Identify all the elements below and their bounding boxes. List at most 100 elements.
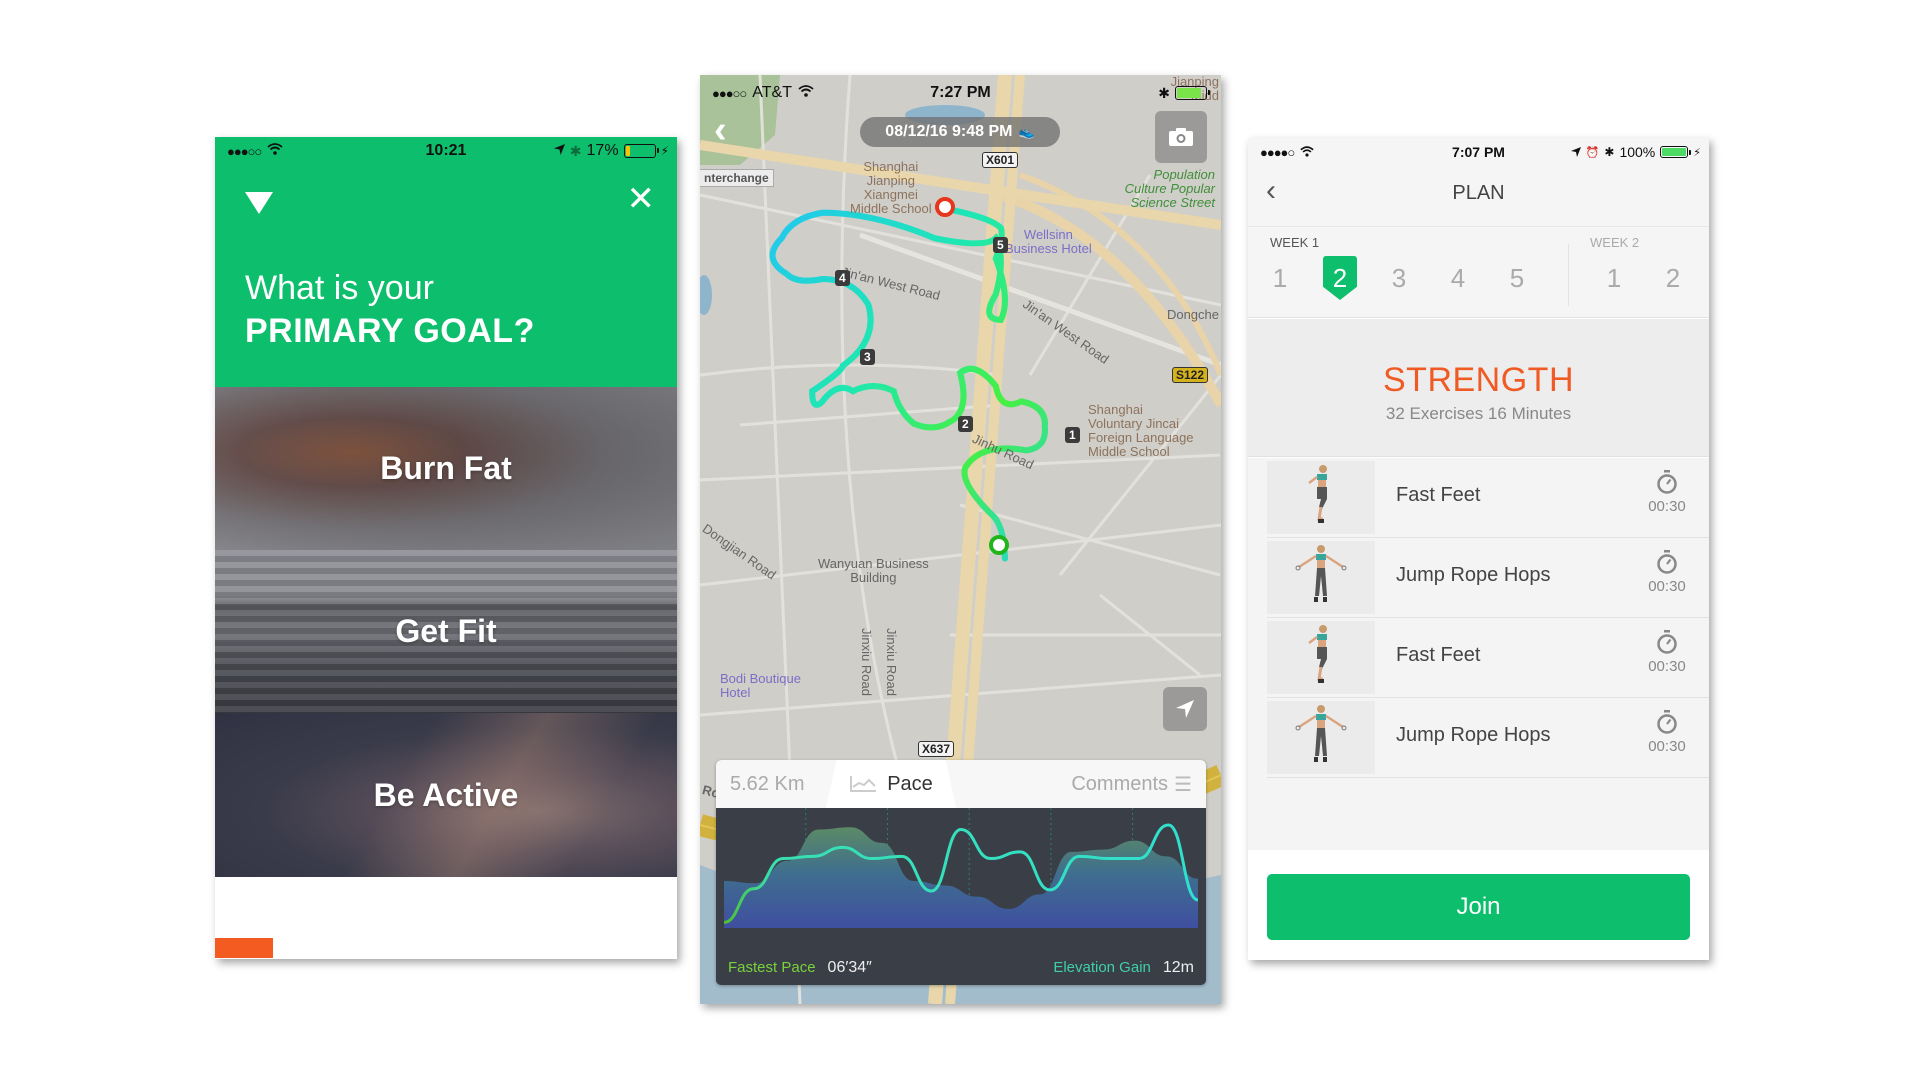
- exercise-timer: 00:30: [1645, 630, 1689, 675]
- fastest-pace-stat: Fastest Pace 06′34″: [728, 959, 872, 977]
- bluetooth-icon: ✱: [569, 142, 582, 159]
- exercise-name: Jump Rope Hops: [1396, 564, 1551, 586]
- status-bar: ●●●○○ AT&T 7:27 PM ✱: [700, 79, 1221, 107]
- plan-screen: ●●●●○ 7:07 PM ⏰ ✱ 100% ⚡ ‹ PLAN WEEK 1 W…: [1248, 138, 1709, 960]
- tab-distance[interactable]: 5.62 Km: [730, 760, 804, 808]
- day-w2-1[interactable]: 1: [1596, 256, 1632, 300]
- run-stats-panel: 5.62 Km Pace Comments ☰ Fastest Pace 06′3…: [716, 760, 1206, 985]
- locate-button[interactable]: [1163, 687, 1207, 731]
- exercise-thumbnail: [1267, 541, 1375, 614]
- stopwatch-icon: [1657, 550, 1677, 574]
- exercise-timer: 00:30: [1645, 470, 1689, 515]
- stopwatch-icon: [1657, 630, 1677, 654]
- elevation-gain-label: Elevation Gain: [1053, 959, 1151, 976]
- battery-percent: 17%: [586, 142, 619, 159]
- elevation-area: [724, 827, 1198, 928]
- exercise-name: Fast Feet: [1396, 484, 1481, 506]
- map-label-hotel1: Wellsinn Business Hotel: [1005, 227, 1092, 256]
- week-2-label: WEEK 2: [1590, 235, 1640, 250]
- goal-label: Be Active: [373, 776, 519, 813]
- join-button[interactable]: Join: [1267, 874, 1690, 940]
- location-arrow-icon: [553, 142, 565, 160]
- exercise-thumbnail: [1267, 701, 1375, 774]
- divider: [1248, 226, 1709, 227]
- run-datetime-pill: 08/12/16 9:48 PM 👟: [860, 117, 1060, 147]
- run-map-screen: nterchange Shanghai Jianping Xiangmei Mi…: [700, 75, 1221, 1004]
- location-arrow-icon: [1570, 144, 1581, 160]
- bluetooth-icon: ✱: [1158, 84, 1170, 101]
- day-number: 3: [1391, 262, 1407, 293]
- camera-button[interactable]: [1155, 111, 1207, 163]
- route-shield-s122: S122: [1172, 367, 1209, 383]
- day-w1-1[interactable]: 1: [1262, 256, 1298, 300]
- exercise-row[interactable]: Fast Feet 00:30: [1248, 618, 1709, 698]
- exercise-duration: 00:30: [1648, 738, 1686, 755]
- battery-fill: [1177, 88, 1201, 98]
- day-w2-2[interactable]: 2: [1655, 256, 1691, 300]
- workout-name: STRENGTH: [1383, 361, 1574, 399]
- map-label-school1: Shanghai Jianping Xiangmei Middle School: [850, 159, 932, 216]
- route-shield-x601: X601: [982, 152, 1019, 168]
- battery-icon: [1660, 146, 1692, 158]
- goal-label: Get Fit: [395, 613, 497, 649]
- exercise-thumbnail: [1267, 621, 1375, 694]
- exercise-timer: 00:30: [1645, 550, 1689, 595]
- day-w1-2-selected[interactable]: 2: [1322, 256, 1358, 300]
- jump-rope-figure-icon: [1295, 545, 1347, 602]
- exercise-duration: 00:30: [1648, 498, 1686, 515]
- carrier-name: AT&T: [752, 84, 792, 101]
- navigation-arrow-icon: [1176, 700, 1194, 718]
- wifi-icon: [267, 142, 283, 160]
- workout-meta: 32 Exercises 16 Minutes: [1385, 404, 1572, 423]
- signal-strength: ●●●●○: [1260, 144, 1295, 160]
- exercise-row[interactable]: Jump Rope Hops 00:30: [1248, 538, 1709, 618]
- shoe-icon: 👟: [1018, 124, 1035, 139]
- battery-fill: [1662, 148, 1687, 156]
- stopwatch-icon: [1657, 470, 1677, 494]
- close-button[interactable]: ✕: [627, 182, 656, 216]
- battery-icon: [1175, 86, 1210, 100]
- progress-indicator: [215, 938, 273, 958]
- goal-option-be-active[interactable]: Be Active: [215, 713, 677, 877]
- map-label-interchange: nterchange: [700, 169, 774, 187]
- line-chart-icon: [850, 776, 877, 792]
- fastest-pace-value: 06′34″: [827, 959, 872, 976]
- plan-header: ●●●●○ 7:07 PM ⏰ ✱ 100% ⚡ ‹ PLAN WEEK 1 W…: [1248, 138, 1709, 318]
- km-marker-5: 5: [993, 237, 1008, 253]
- workout-summary: STRENGTH 32 Exercises 16 Minutes: [1248, 319, 1709, 457]
- run-datetime: 08/12/16 9:48 PM: [885, 123, 1013, 140]
- day-w1-3[interactable]: 3: [1381, 256, 1417, 300]
- alarm-icon: ⏰: [1585, 146, 1600, 159]
- bluetooth-icon: ✱: [1604, 145, 1615, 159]
- goal-option-get-fit[interactable]: Get Fit: [215, 550, 677, 713]
- tab-pace-label: Pace: [887, 772, 933, 795]
- exercise-row[interactable]: Jump Rope Hops 00:30: [1248, 698, 1709, 778]
- route-start-marker: [935, 197, 955, 217]
- tab-comments[interactable]: Comments ☰: [1071, 760, 1192, 808]
- battery-percent: 100%: [1619, 144, 1656, 160]
- route-shield-x637: X637: [918, 741, 955, 757]
- km-marker-4: 4: [835, 270, 850, 286]
- row-divider: [1267, 777, 1709, 778]
- exercise-name: Fast Feet: [1396, 644, 1481, 666]
- day-number: 1: [1272, 262, 1288, 293]
- day-w1-4[interactable]: 4: [1440, 256, 1476, 300]
- km-marker-1: 1: [1065, 427, 1080, 443]
- day-w1-5[interactable]: 5: [1499, 256, 1535, 300]
- running-figure-icon: [1308, 465, 1327, 523]
- tab-pace[interactable]: Pace: [826, 760, 956, 808]
- goal-option-burn-fat[interactable]: Burn Fat: [215, 387, 677, 550]
- camera-icon: [1169, 128, 1193, 146]
- back-button[interactable]: ‹: [714, 111, 727, 149]
- exercise-name: Jump Rope Hops: [1396, 724, 1551, 746]
- elevation-gain-stat: Elevation Gain 12m: [1053, 959, 1194, 977]
- fastest-pace-label: Fastest Pace: [728, 959, 816, 976]
- charging-icon: ⚡: [660, 144, 669, 158]
- day-number: 4: [1450, 262, 1466, 293]
- stopwatch-icon: [1657, 710, 1677, 734]
- question-line-1: What is your: [245, 269, 434, 307]
- tab-comments-label: Comments: [1071, 772, 1169, 795]
- map-label-building: Wanyuan Business Building: [818, 556, 929, 585]
- question-line-2: PRIMARY GOAL?: [245, 312, 535, 350]
- exercise-row[interactable]: Fast Feet 00:30: [1248, 458, 1709, 538]
